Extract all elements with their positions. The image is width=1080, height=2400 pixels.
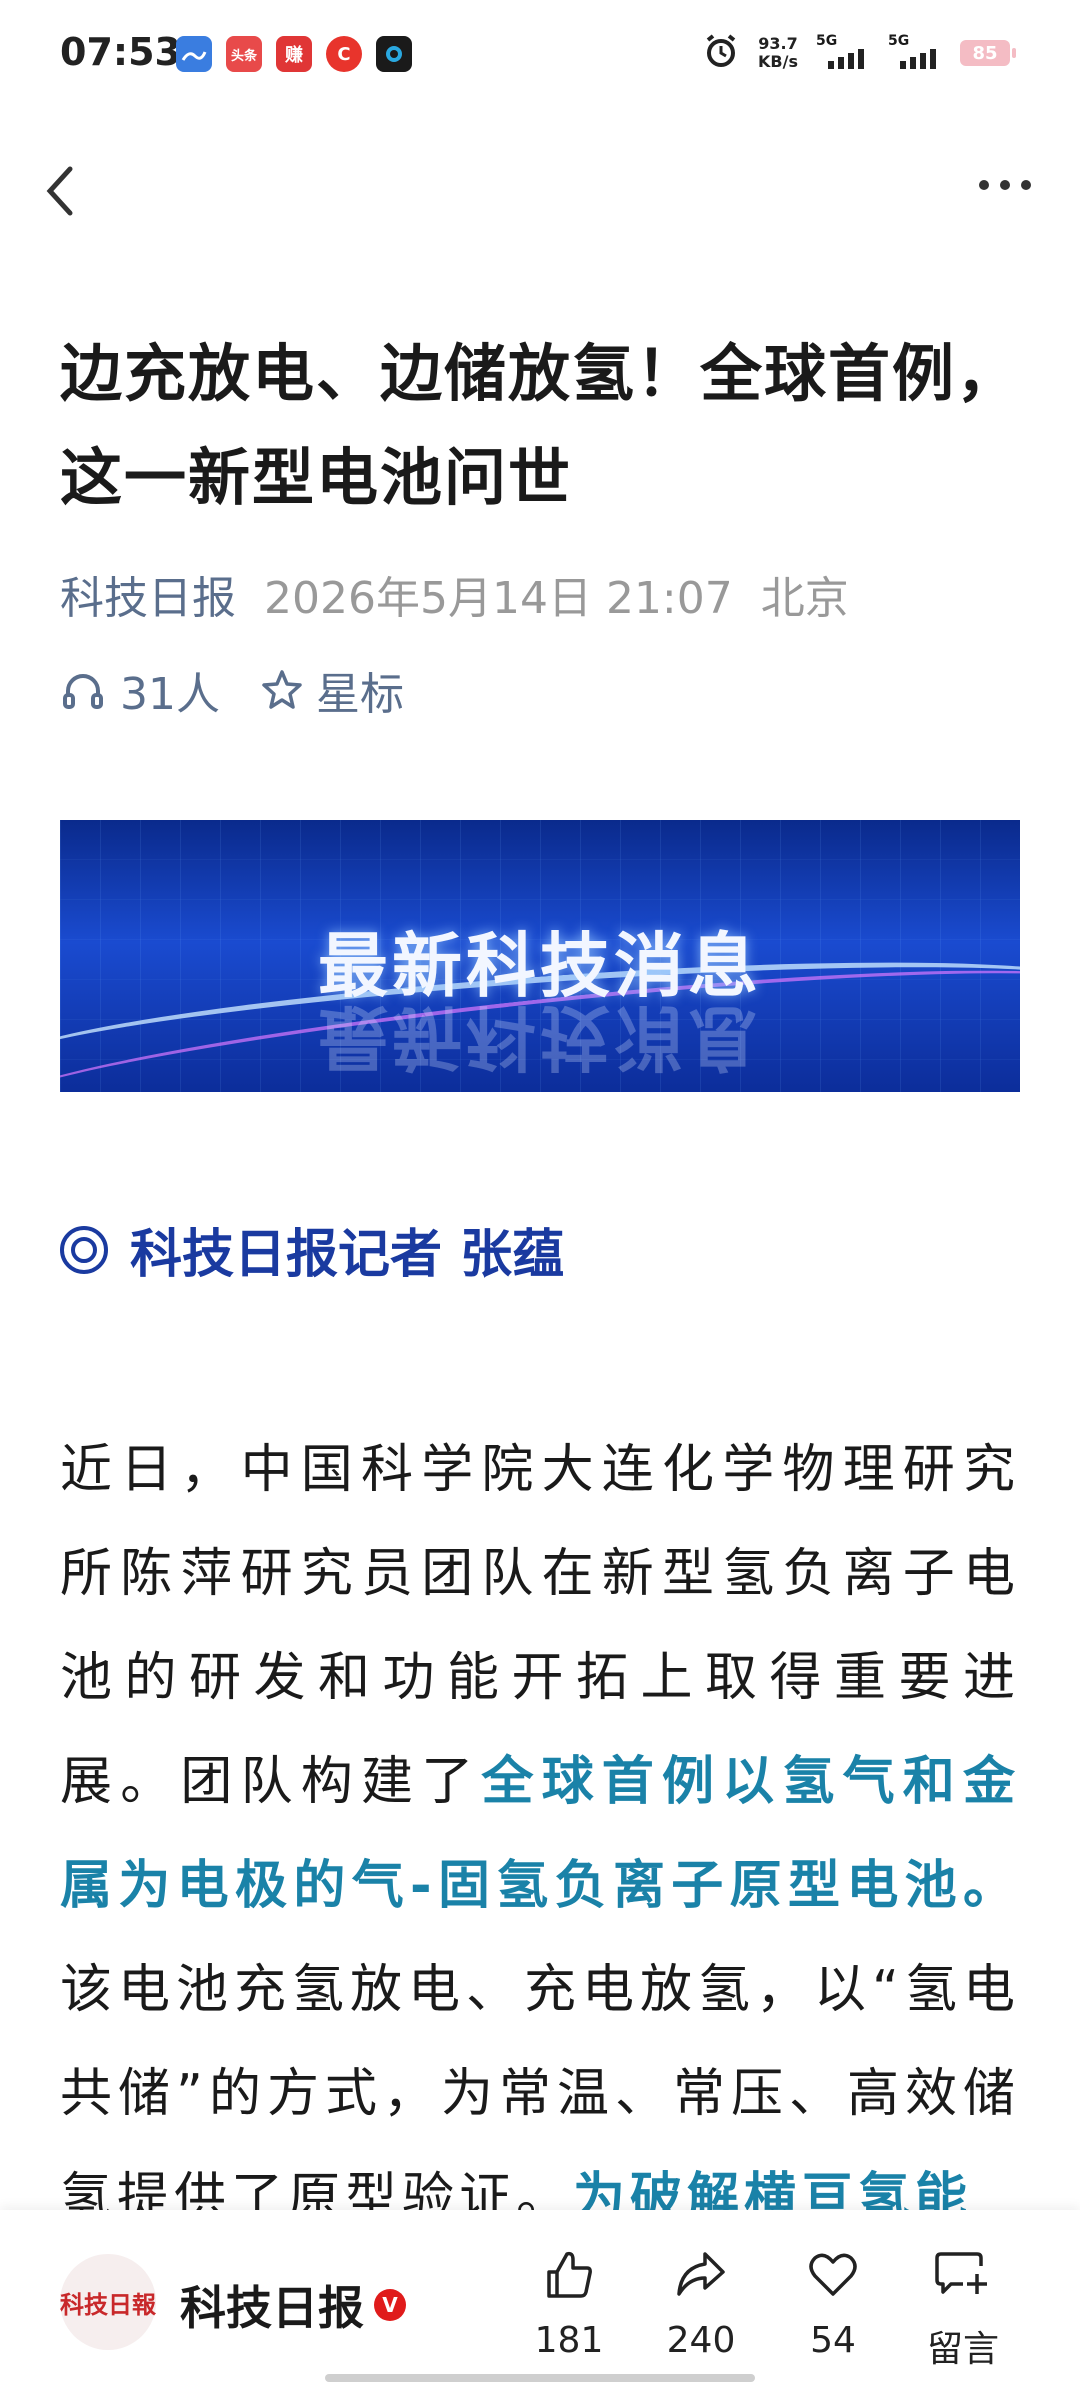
- status-time: 07:53: [60, 30, 181, 74]
- account-avatar[interactable]: 科技日報: [60, 2254, 156, 2350]
- like-button[interactable]: 181: [514, 2246, 624, 2361]
- account-name: 科技日报: [180, 2281, 364, 2335]
- comment-button[interactable]: 留言: [908, 2246, 1018, 2372]
- signal-type-label: 5G: [888, 33, 910, 49]
- share-arrow-icon: [677, 2252, 725, 2296]
- toutiao-app-icon: 头条: [226, 36, 262, 72]
- headphones-icon: [63, 674, 103, 709]
- comment-add-icon: [935, 2252, 987, 2294]
- account-name-link[interactable]: 科技日报 V: [180, 2272, 406, 2338]
- more-dots-icon: [979, 180, 1031, 190]
- article-actions-row: 31人 星标: [60, 658, 404, 722]
- c-app-icon: C: [326, 36, 362, 72]
- article-body: 近日，中国科学院大连化学物理研究所陈萍研究员团队在新型氢负离子电池的研发和功能开…: [60, 1418, 1020, 2210]
- comment-label: 留言: [926, 2329, 999, 2370]
- signal-indicator-1: 5G: [816, 33, 870, 73]
- article-banner-image: 最新科技消息 最新科技消息: [60, 820, 1020, 1092]
- more-options-button[interactable]: [970, 165, 1040, 205]
- article-title: 边充放电、边储放氢！全球首例，这一新型电池问世: [60, 337, 1021, 514]
- reporter-line: 科技日报记者 张蕴: [60, 1212, 564, 1287]
- home-indicator[interactable]: [325, 2374, 755, 2382]
- notification-app-icons: 头条 赚 C: [176, 36, 412, 72]
- network-speed-unit: KB/s: [758, 52, 798, 71]
- banner-title-reflection: 最新科技消息: [318, 996, 762, 1078]
- back-button[interactable]: [40, 155, 90, 225]
- signal-indicator-2: 5G: [888, 33, 942, 73]
- thumbs-up-icon: [547, 2251, 592, 2298]
- zhuan-app-icon: 赚: [276, 36, 312, 72]
- favorite-button[interactable]: 54: [778, 2246, 888, 2361]
- heart-icon: [809, 2253, 857, 2296]
- network-speed: 93.7 KB/s: [758, 35, 798, 71]
- listen-button[interactable]: 31人: [60, 658, 220, 722]
- signal-type-label: 5G: [816, 33, 838, 49]
- listener-count: 31人: [120, 669, 220, 720]
- favorite-count: 54: [810, 2320, 856, 2361]
- status-bar: 07:53 头条 赚 C 93.7 KB/s 5G 5G 85: [0, 0, 1080, 110]
- body-highlight-segment: 为破解横亘氢能: [573, 2168, 973, 2210]
- signal-bars-icon: [900, 49, 936, 69]
- camera-app-icon: [376, 36, 412, 72]
- reporter-name: 科技日报记者 张蕴: [130, 1225, 565, 1285]
- battery-indicator: 85: [960, 40, 1016, 66]
- alarm-icon: [702, 32, 740, 74]
- share-button[interactable]: 240: [646, 2246, 756, 2361]
- article-date: 2026年5月14日 21:07: [264, 573, 733, 624]
- star-icon: [262, 670, 302, 709]
- target-circle-icon: [60, 1225, 108, 1274]
- star-button[interactable]: 星标: [260, 658, 404, 722]
- weather-app-icon: [176, 36, 212, 72]
- bottom-action-bar: 科技日報 科技日报 V 181 240 54 留言: [0, 2210, 1080, 2400]
- verified-badge-icon: V: [374, 2289, 406, 2321]
- chevron-left-icon: [46, 166, 73, 216]
- share-count: 240: [666, 2320, 736, 2361]
- article-source-link[interactable]: 科技日报: [60, 573, 236, 624]
- like-count: 181: [534, 2320, 604, 2361]
- network-speed-value: 93.7: [758, 34, 798, 53]
- status-indicators: 93.7 KB/s 5G 5G 85: [702, 32, 1016, 74]
- star-label: 星标: [316, 669, 404, 720]
- signal-bars-icon: [828, 49, 864, 69]
- article-location: 北京: [760, 573, 849, 624]
- article-meta: 科技日报 2026年5月14日 21:07 北京: [60, 562, 849, 626]
